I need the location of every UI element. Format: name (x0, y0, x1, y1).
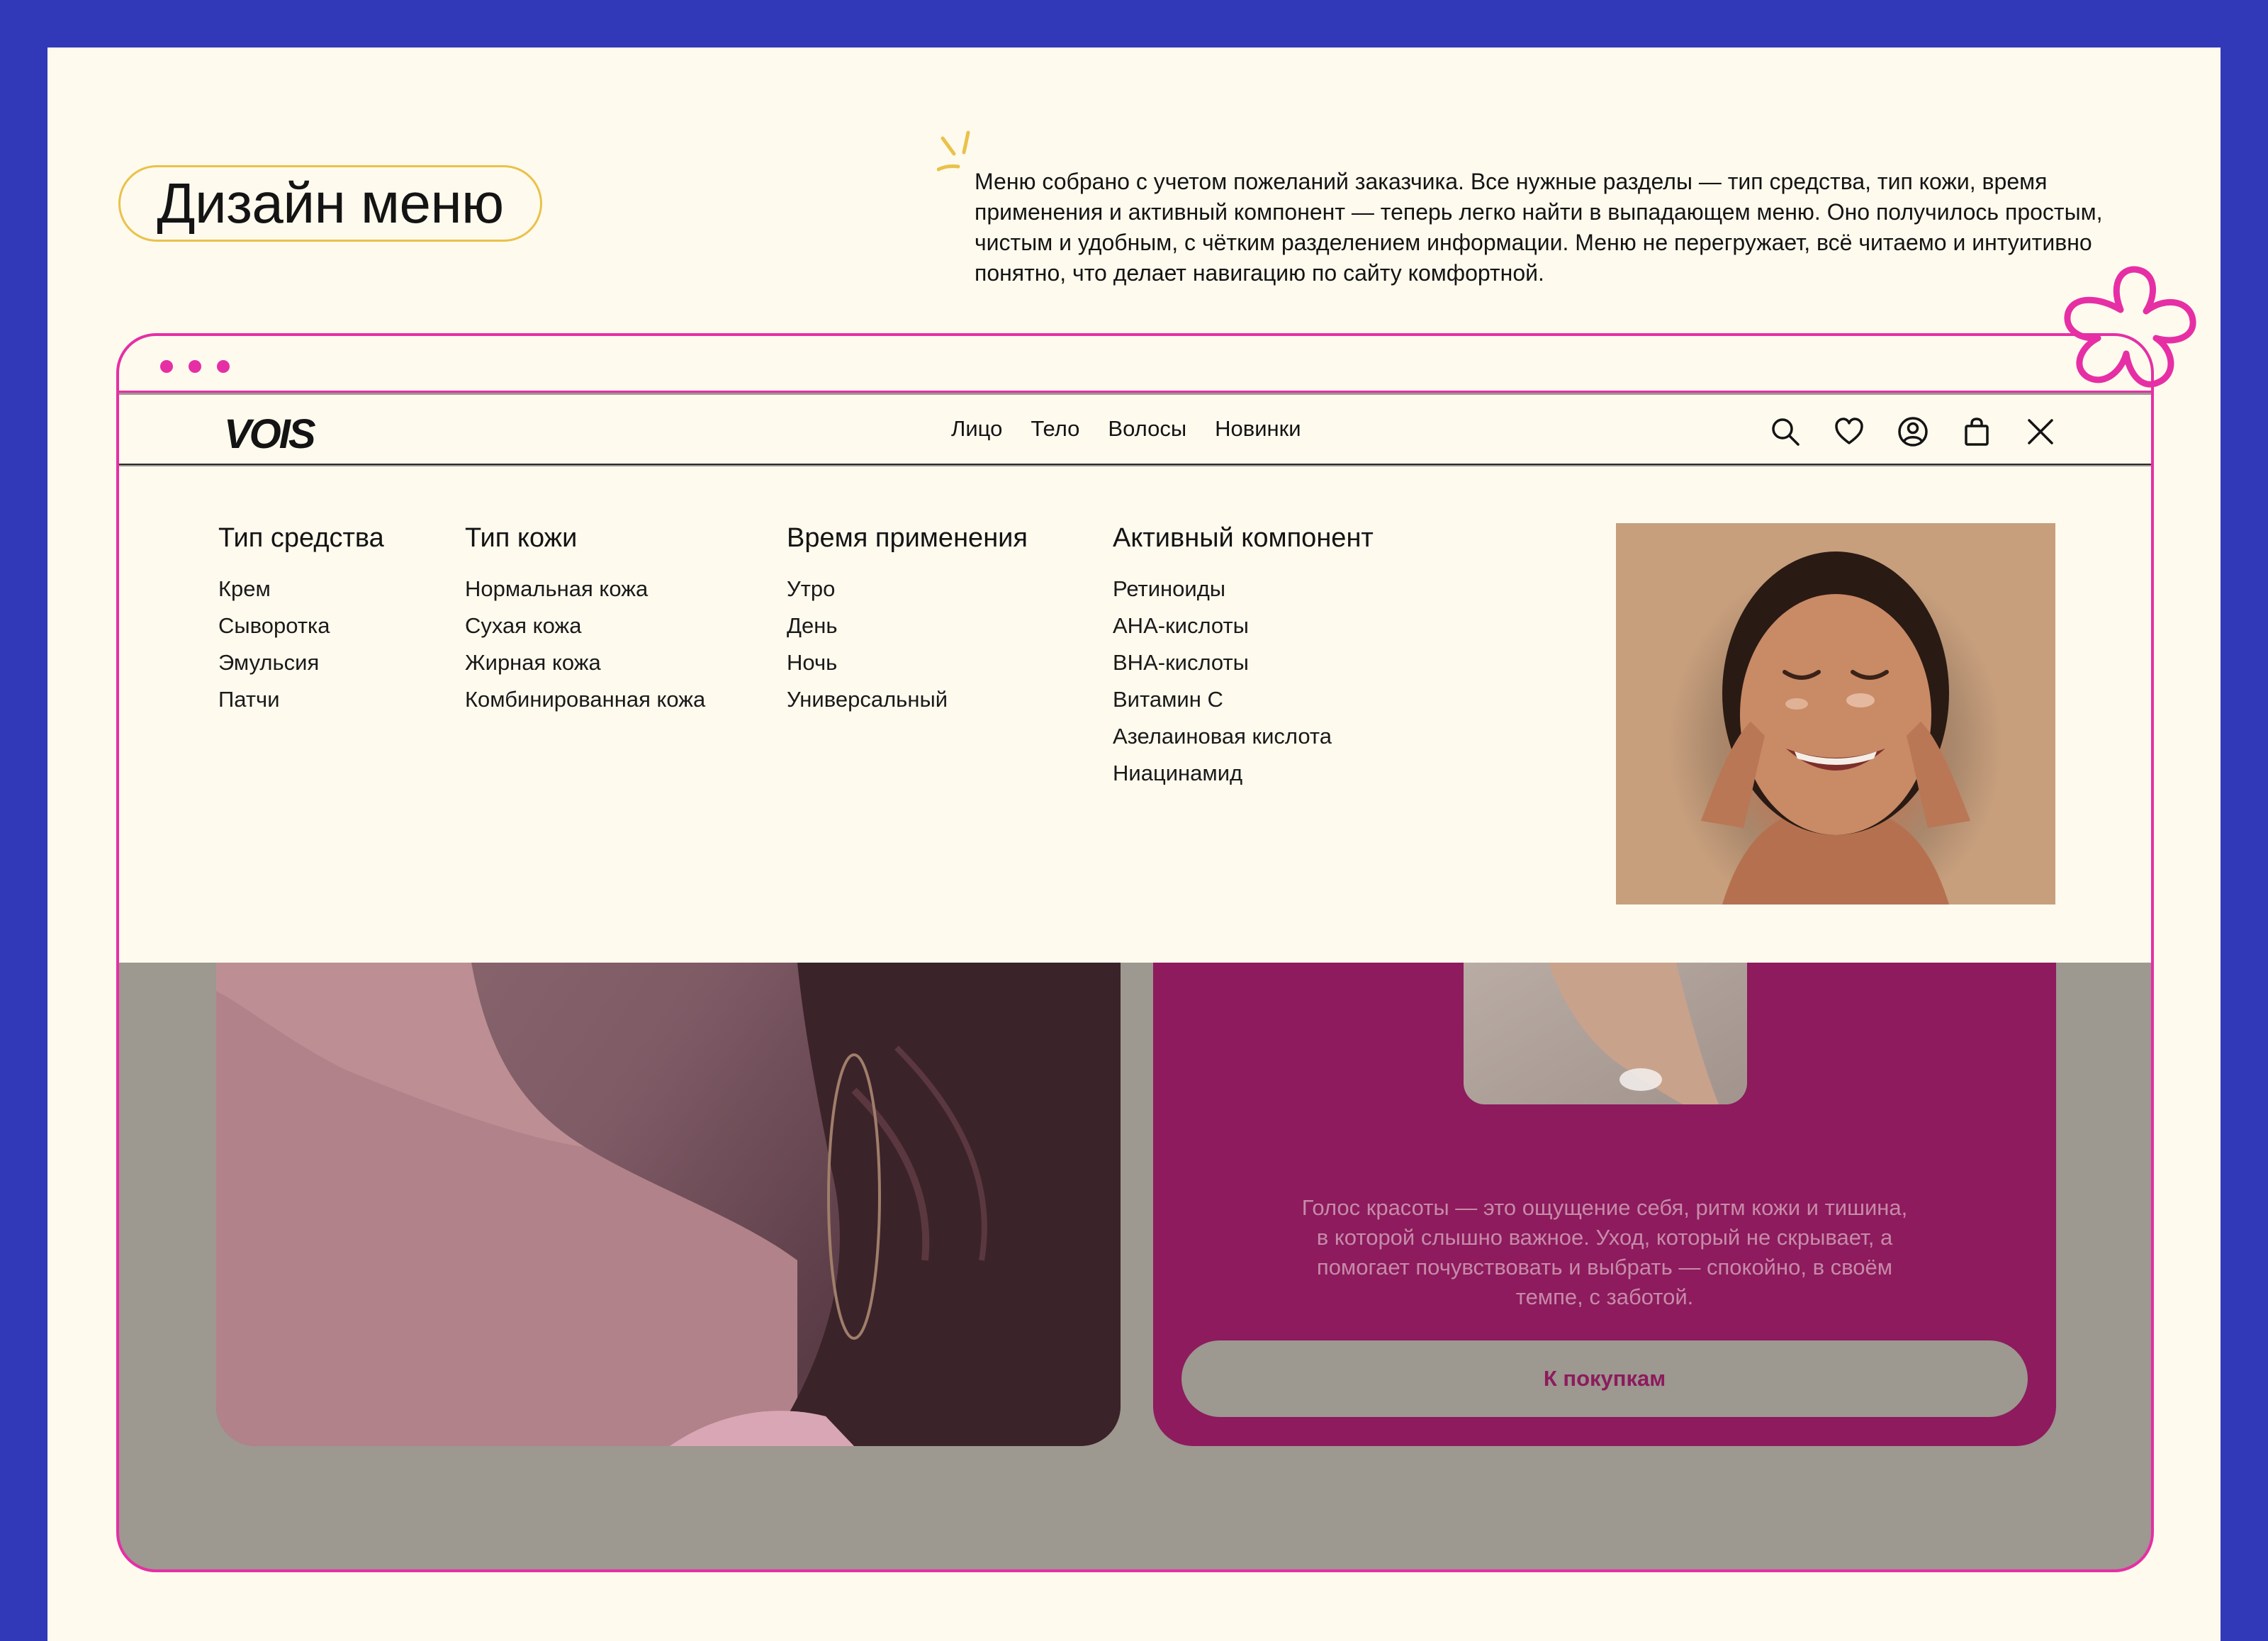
menu-item[interactable]: Ночь (787, 644, 1028, 681)
menu-item[interactable]: Витамин С (1113, 681, 1374, 718)
nav-item-new[interactable]: Новинки (1215, 416, 1301, 442)
promo-thumbnail (1464, 963, 1747, 1104)
menu-item[interactable]: Жирная кожа (465, 644, 705, 681)
menu-column-skin-type: Тип кожи Нормальная кожа Сухая кожа Жирн… (465, 523, 705, 718)
browser-mockup: VOIS Лицо Тело Волосы Новинки Тип средст… (116, 333, 2154, 1572)
menu-item[interactable]: BHA-кислоты (1113, 644, 1374, 681)
menu-column-active: Активный компонент Ретиноиды AHA-кислоты… (1113, 523, 1374, 792)
close-icon[interactable] (2022, 413, 2059, 450)
menu-item[interactable]: Патчи (218, 681, 384, 718)
promo-card: Голос красоты — это ощущение себя, ритм … (1153, 963, 2056, 1446)
hero-image-left (216, 963, 1121, 1446)
window-dot (160, 360, 173, 373)
section-title: Дизайн меню (157, 172, 504, 235)
menu-column-product-type: Тип средства Крем Сыворотка Эмульсия Пат… (218, 523, 384, 718)
menu-item[interactable]: Эмульсия (218, 644, 384, 681)
section-title-pill: Дизайн меню (118, 165, 542, 242)
site-header: VOIS Лицо Тело Волосы Новинки (119, 395, 2151, 465)
search-icon[interactable] (1767, 413, 1804, 450)
nav-item-hair[interactable]: Волосы (1108, 416, 1186, 442)
browser-chrome-bar (119, 336, 2151, 393)
site-logo[interactable]: VOIS (224, 410, 316, 458)
menu-item[interactable]: Ретиноиды (1113, 571, 1374, 607)
mega-menu: Тип средства Крем Сыворотка Эмульсия Пат… (119, 466, 2151, 963)
window-dot (189, 360, 201, 373)
menu-column-time: Время применения Утро День Ночь Универса… (787, 523, 1028, 718)
menu-item[interactable]: Ниацинамид (1113, 755, 1374, 792)
menu-item[interactable]: Сыворотка (218, 607, 384, 644)
menu-column-title: Время применения (787, 523, 1028, 553)
menu-item[interactable]: Азелаиновая кислота (1113, 718, 1374, 755)
shop-button[interactable]: К покупкам (1181, 1340, 2028, 1417)
user-icon[interactable] (1894, 413, 1931, 450)
shopping-bag-icon[interactable] (1958, 413, 1995, 450)
menu-column-title: Тип средства (218, 523, 384, 553)
nav-item-face[interactable]: Лицо (951, 416, 1002, 442)
heart-icon[interactable] (1831, 413, 1868, 450)
menu-item[interactable]: Универсальный (787, 681, 1028, 718)
promo-text: Голос красоты — это ощущение себя, ритм … (1301, 1195, 1908, 1309)
menu-item[interactable]: Утро (787, 571, 1028, 607)
main-nav: Лицо Тело Волосы Новинки (951, 416, 1301, 442)
menu-item[interactable]: День (787, 607, 1028, 644)
menu-item[interactable]: Нормальная кожа (465, 571, 705, 607)
section-description: Меню собрано с учетом пожеланий заказчик… (975, 169, 2103, 286)
menu-column-title: Тип кожи (465, 523, 578, 553)
nav-item-body[interactable]: Тело (1031, 416, 1079, 442)
menu-item[interactable]: Комбинированная кожа (465, 681, 705, 718)
presentation-board: Дизайн меню Меню собрано с учетом пожела… (47, 47, 2221, 1641)
window-dot (217, 360, 230, 373)
menu-column-title: Активный компонент (1113, 523, 1374, 553)
menu-promo-photo (1616, 523, 2055, 904)
shop-button-label: К покупкам (1543, 1366, 1666, 1391)
header-icons (1767, 413, 2059, 450)
menu-item[interactable]: Сухая кожа (465, 607, 705, 644)
menu-item[interactable]: AHA-кислоты (1113, 607, 1374, 644)
flower-decoration-icon (2064, 266, 2196, 388)
menu-item[interactable]: Крем (218, 571, 384, 607)
